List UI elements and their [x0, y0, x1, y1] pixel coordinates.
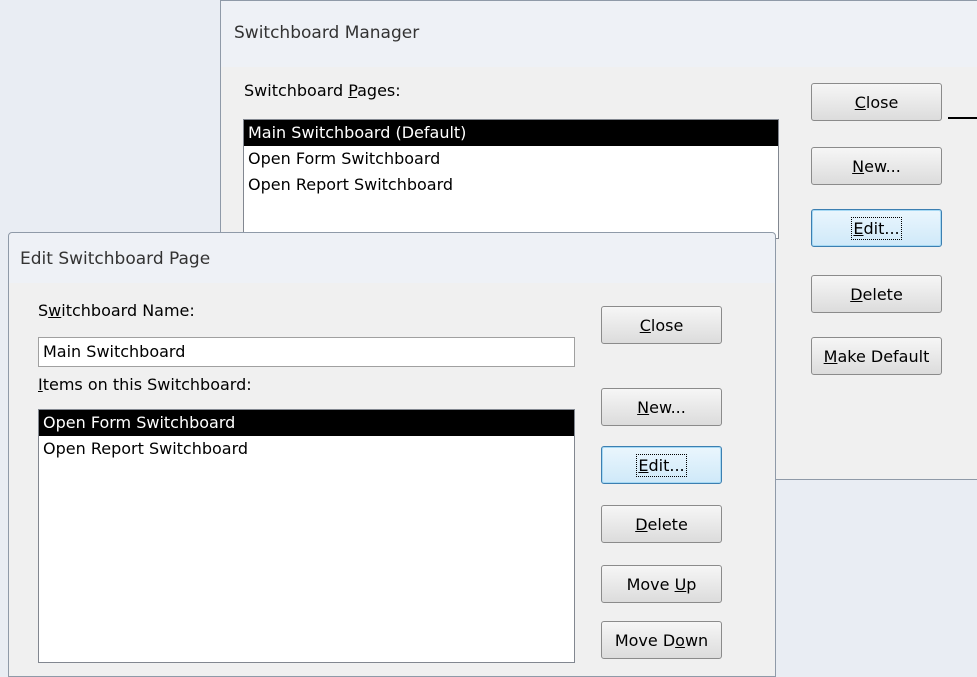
close-button[interactable]: Close: [811, 83, 942, 121]
move-down-button[interactable]: Move Down: [601, 621, 722, 659]
close-button[interactable]: Close: [601, 306, 722, 344]
switchboard-name-field[interactable]: Main Switchboard: [38, 337, 575, 367]
move-up-button[interactable]: Move Up: [601, 565, 722, 603]
delete-button[interactable]: Delete: [811, 275, 942, 313]
switchboard-manager-titlebar[interactable]: Switchboard Manager: [221, 1, 977, 67]
edit-button[interactable]: Edit...: [811, 209, 942, 247]
switchboard-name-label: Switchboard Name:: [38, 301, 195, 320]
cursor-line: [948, 117, 977, 119]
switchboard-items-list[interactable]: Open Form Switchboard Open Report Switch…: [38, 409, 575, 663]
list-item[interactable]: Main Switchboard (Default): [244, 120, 778, 146]
window-title: Switchboard Manager: [234, 23, 420, 43]
make-default-button[interactable]: Make Default: [811, 337, 942, 375]
switchboard-pages-label: Switchboard Pages:: [244, 81, 401, 100]
items-label: Items on this Switchboard:: [38, 375, 252, 394]
list-item[interactable]: Open Report Switchboard: [244, 172, 778, 198]
list-item[interactable]: Open Report Switchboard: [39, 436, 574, 462]
edit-switchboard-page-window: Edit Switchboard Page Switchboard Name: …: [8, 232, 776, 677]
list-item[interactable]: Open Form Switchboard: [39, 410, 574, 436]
edit-button[interactable]: Edit...: [601, 446, 722, 484]
new-button[interactable]: New...: [811, 147, 942, 185]
switchboard-pages-list[interactable]: Main Switchboard (Default) Open Form Swi…: [243, 119, 779, 239]
window-title: Edit Switchboard Page: [20, 249, 211, 269]
edit-switchboard-page-titlebar[interactable]: Edit Switchboard Page: [9, 233, 775, 283]
delete-button[interactable]: Delete: [601, 505, 722, 543]
list-item[interactable]: Open Form Switchboard: [244, 146, 778, 172]
new-button[interactable]: New...: [601, 388, 722, 426]
